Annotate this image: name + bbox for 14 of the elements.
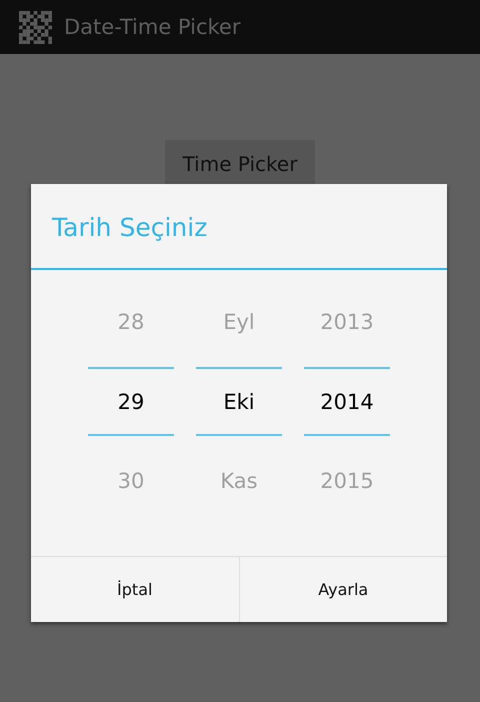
picker-value[interactable]: 2015 <box>304 448 390 514</box>
dialog-button[interactable]: İptal <box>31 557 238 622</box>
selected-value[interactable]: 29 <box>88 367 174 436</box>
picker-value[interactable]: Kas <box>196 448 282 514</box>
qr-code-icon <box>19 10 52 44</box>
picker-value[interactable]: 2013 <box>304 289 390 355</box>
selected-value[interactable]: Eki <box>196 367 282 436</box>
picker-value[interactable]: Eyl <box>196 289 282 355</box>
dialog-title: Tarih Seçiniz <box>31 184 447 270</box>
picker-value[interactable]: 30 <box>88 448 174 514</box>
app-title: Date-Time Picker <box>64 15 240 39</box>
selected-value[interactable]: 2014 <box>304 367 390 436</box>
picker-value[interactable]: 28 <box>88 289 174 355</box>
dialog-button[interactable]: Ayarla <box>238 557 447 622</box>
